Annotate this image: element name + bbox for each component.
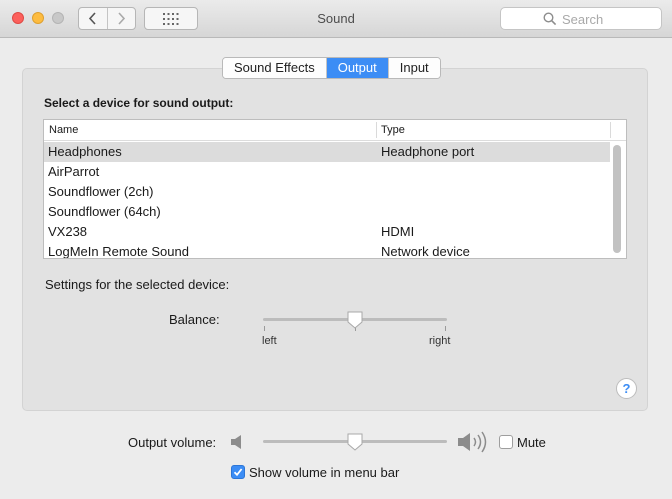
checkmark-icon — [233, 468, 243, 477]
search-icon — [543, 12, 557, 26]
device-row-soundflower-2ch[interactable]: Soundflower (2ch) — [44, 182, 610, 202]
device-name: VX238 — [48, 224, 88, 239]
device-row-vx238[interactable]: VX238 HDMI — [44, 222, 610, 242]
search-placeholder: Search — [562, 12, 604, 27]
search-field[interactable]: Search — [500, 7, 662, 30]
mute-label[interactable]: Mute — [517, 435, 546, 450]
settings-label: Settings for the selected device: — [45, 277, 230, 292]
device-type: HDMI — [381, 224, 415, 239]
device-name: Soundflower (2ch) — [48, 184, 154, 199]
device-row-airparrot[interactable]: AirParrot — [44, 162, 610, 182]
list-scrollbar[interactable] — [613, 145, 621, 253]
device-name: LogMeIn Remote Sound — [48, 244, 189, 259]
mute-checkbox[interactable] — [499, 435, 513, 449]
show-volume-label[interactable]: Show volume in menu bar — [249, 465, 399, 480]
column-divider — [376, 122, 377, 138]
tab-sound-effects[interactable]: Sound Effects — [223, 58, 326, 78]
tab-output[interactable]: Output — [325, 58, 388, 78]
balance-label: Balance: — [169, 312, 220, 327]
balance-left-label: left — [262, 335, 277, 347]
device-row-headphones[interactable]: Headphones Headphone port — [44, 142, 610, 162]
show-volume-checkbox[interactable] — [231, 465, 245, 479]
output-volume-label: Output volume: — [128, 435, 217, 450]
device-name: AirParrot — [48, 164, 100, 179]
column-header-name[interactable]: Name — [49, 124, 78, 136]
device-list[interactable]: Name Type Headphones Headphone port AirP… — [43, 119, 627, 259]
device-name: Soundflower (64ch) — [48, 204, 161, 219]
tab-bar: Sound Effects Output Input — [222, 57, 441, 79]
balance-tick — [264, 326, 265, 331]
tab-input[interactable]: Input — [387, 58, 440, 78]
device-row-logmein[interactable]: LogMeIn Remote Sound Network device — [44, 242, 610, 259]
device-list-heading: Select a device for sound output: — [44, 96, 234, 110]
column-header-type[interactable]: Type — [381, 124, 405, 136]
balance-slider-knob[interactable] — [346, 310, 364, 330]
balance-tick — [445, 326, 446, 331]
column-header-row: Name Type — [44, 120, 626, 141]
device-name: Headphones — [48, 144, 122, 159]
column-divider — [610, 122, 611, 138]
volume-slider-knob[interactable] — [346, 432, 364, 452]
device-type: Network device — [381, 244, 470, 259]
balance-right-label: right — [429, 335, 451, 347]
device-row-soundflower-64ch[interactable]: Soundflower (64ch) — [44, 202, 610, 222]
speaker-low-icon — [231, 435, 241, 449]
title-bar: Sound Search — [0, 0, 672, 38]
device-type: Headphone port — [381, 144, 475, 159]
help-button[interactable]: ? — [616, 378, 637, 399]
speaker-high-icon — [458, 431, 487, 453]
